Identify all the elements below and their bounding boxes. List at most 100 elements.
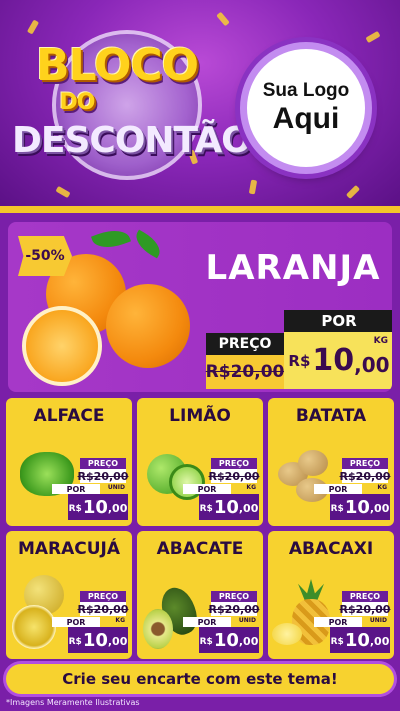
price-decimal: ,00	[238, 502, 259, 515]
price-unit: UNID	[107, 484, 125, 491]
old-price-value: R$20,00	[77, 602, 129, 616]
disclaimer: *Imagens Meramente Ilustrativas	[6, 698, 140, 707]
preco-label: PREÇO	[206, 333, 284, 355]
price-integer: 10	[344, 497, 370, 518]
confetti-decoration	[345, 184, 361, 200]
preco-label: PREÇO	[211, 458, 257, 469]
title-line-3: DESCONTÃO	[12, 120, 252, 161]
price-unit: UNID	[369, 617, 387, 624]
featured-product-name: LARANJA	[205, 248, 381, 288]
por-label: POR	[52, 484, 100, 494]
product-card-batata: BATATA PREÇO R$20,00 POR R$ 10 ,00 KG	[268, 398, 394, 526]
price-integer: 10	[213, 497, 239, 518]
leaf-icon	[131, 229, 165, 259]
campaign-title: BLOCO DO DESCONTÃO	[12, 22, 252, 192]
price-integer: 10	[82, 497, 108, 518]
currency-symbol: R$	[288, 351, 311, 370]
por-label: POR	[284, 310, 392, 332]
product-card-maracuja: MARACUJÁ PREÇO R$20,00 POR R$ 10 ,00 KG	[6, 531, 132, 659]
price-decimal: ,00	[369, 635, 390, 648]
old-price: R$20,00	[206, 355, 284, 389]
logo-placeholder: Sua Logo Aqui	[240, 42, 372, 174]
new-price: R$ 10 ,00 KG	[330, 484, 390, 520]
price-decimal: ,00	[369, 502, 390, 515]
preco-label: PREÇO	[80, 591, 126, 602]
old-price-value: R$20,00	[205, 362, 285, 382]
price-integer: 10	[213, 630, 239, 651]
price-decimal: ,00	[107, 502, 128, 515]
discount-badge: -50%	[18, 236, 72, 276]
old-price-value: R$20,00	[77, 469, 129, 483]
preco-label: PREÇO	[80, 458, 126, 469]
price-unit: KG	[246, 484, 256, 491]
product-card-alface: ALFACE PREÇO R$20,00 POR R$ 10 ,00 UNID	[6, 398, 132, 526]
passion-fruit-half-icon	[12, 605, 56, 649]
price-unit: KG	[377, 484, 387, 491]
product-name: MARACUJÁ	[17, 539, 121, 559]
price-integer: 10	[344, 630, 370, 651]
new-price: R$ 10 ,00 UNID	[199, 617, 259, 653]
currency-symbol: R$	[330, 637, 344, 647]
currency-symbol: R$	[199, 637, 213, 647]
preco-label: PREÇO	[342, 591, 388, 602]
new-price: R$ 10 ,00 KG	[68, 617, 128, 653]
orange-half-icon	[22, 306, 102, 386]
price-decimal: ,00	[107, 635, 128, 648]
currency-symbol: R$	[68, 504, 82, 514]
price-integer: 10	[312, 343, 355, 378]
new-price: R$ 10 ,00 KG	[199, 484, 259, 520]
por-label: POR	[314, 617, 362, 627]
old-price: R$20,00	[339, 469, 391, 483]
old-price: R$20,00	[208, 602, 260, 616]
product-card-limao: LIMÃO PREÇO R$20,00 POR R$ 10 ,00 KG	[137, 398, 263, 526]
price-decimal: ,00	[354, 352, 390, 377]
por-label: POR	[183, 484, 231, 494]
price-integer: 10	[82, 630, 108, 651]
currency-symbol: R$	[68, 637, 82, 647]
price-unit: KG	[115, 617, 125, 624]
price-decimal: ,00	[238, 635, 259, 648]
product-name: ALFACE	[33, 406, 105, 426]
old-price: R$20,00	[339, 602, 391, 616]
potato-icon	[298, 450, 328, 476]
header-banner: BLOCO DO DESCONTÃO Sua Logo Aqui	[0, 0, 400, 210]
featured-offer: -50% LARANJA POR PREÇO R$20,00 R$ 10 ,00…	[8, 222, 392, 392]
old-price-value: R$20,00	[208, 602, 260, 616]
title-line-2: DO	[59, 90, 96, 115]
old-price: R$20,00	[77, 469, 129, 483]
new-price: R$ 10 ,00 KG	[284, 332, 392, 389]
avocado-half-icon	[143, 609, 173, 649]
new-price: R$ 10 ,00 UNID	[330, 617, 390, 653]
price-unit: KG	[373, 336, 388, 346]
price-unit: UNID	[238, 617, 256, 624]
title-line-1: BLOCO	[35, 40, 199, 91]
por-label: POR	[314, 484, 362, 494]
product-card-abacate: ABACATE PREÇO R$20,00 POR R$ 10 ,00 UNID	[137, 531, 263, 659]
old-price: R$20,00	[77, 602, 129, 616]
confetti-decoration	[248, 179, 258, 195]
por-label: POR	[52, 617, 100, 627]
old-price-value: R$20,00	[339, 469, 391, 483]
divider	[0, 206, 400, 213]
product-name: ABACATE	[156, 539, 244, 559]
new-price: R$ 10 ,00 UNID	[68, 484, 128, 520]
preco-label: PREÇO	[342, 458, 388, 469]
product-name: ABACAXI	[288, 539, 374, 559]
logo-text-line-2: Aqui	[272, 102, 340, 135]
logo-text-line-1: Sua Logo	[262, 80, 350, 101]
old-price-value: R$20,00	[208, 469, 260, 483]
old-price: R$20,00	[208, 469, 260, 483]
currency-symbol: R$	[330, 504, 344, 514]
confetti-decoration	[365, 30, 381, 44]
pineapple-slice-icon	[272, 623, 302, 645]
currency-symbol: R$	[199, 504, 213, 514]
preco-label: PREÇO	[211, 591, 257, 602]
orange-icon	[106, 284, 190, 368]
cta-banner[interactable]: Crie seu encarte com este tema!	[6, 664, 394, 694]
product-name: LIMÃO	[169, 406, 231, 426]
product-name: BATATA	[295, 406, 367, 426]
old-price-value: R$20,00	[339, 602, 391, 616]
product-card-abacaxi: ABACAXI PREÇO R$20,00 POR R$ 10 ,00 UNID	[268, 531, 394, 659]
leaf-icon	[91, 224, 131, 254]
por-label: POR	[183, 617, 231, 627]
